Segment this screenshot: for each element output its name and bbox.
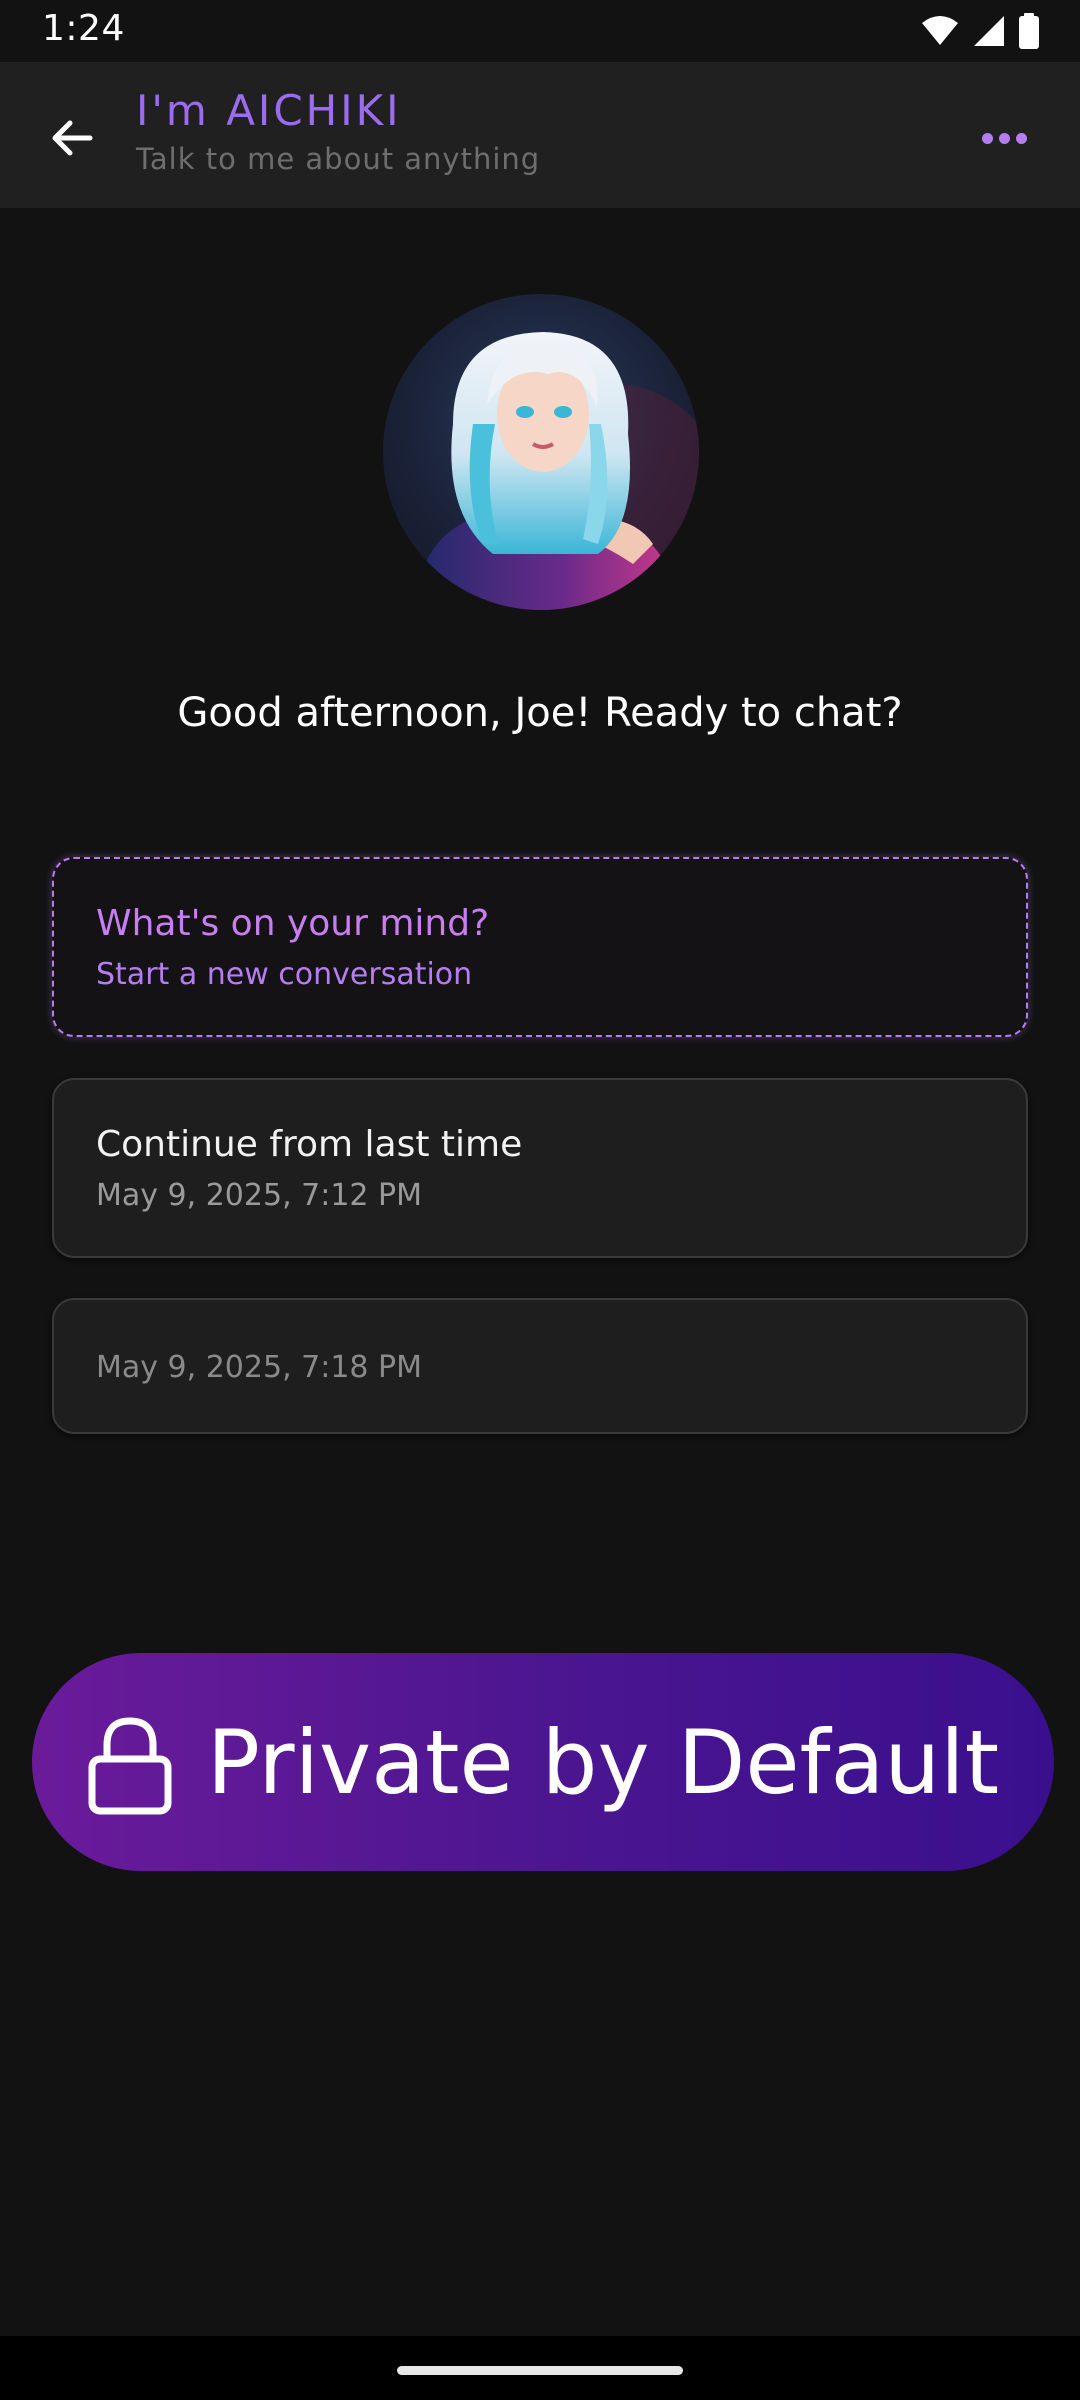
privacy-text: Private by Default — [206, 1710, 1000, 1814]
signal-icon — [974, 16, 1004, 46]
wifi-icon — [922, 16, 958, 45]
battery-icon — [1019, 13, 1039, 49]
new-conversation-card[interactable]: What's on your mind? Start a new convers… — [52, 857, 1028, 1037]
new-conversation-title: What's on your mind? — [96, 903, 490, 944]
page-subtitle: Talk to me about anything — [136, 142, 541, 176]
status-time: 1:24 — [42, 8, 125, 49]
continue-timestamp: May 9, 2025, 7:12 PM — [96, 1178, 423, 1213]
status-bar: 1:24 — [0, 0, 1080, 62]
status-icons — [920, 12, 1040, 50]
more-dot — [1015, 132, 1027, 144]
home-indicator[interactable] — [397, 2366, 683, 2375]
page-title: I'm AICHIKI — [136, 86, 402, 135]
app-bar: I'm AICHIKI Talk to me about anything — [0, 62, 1080, 208]
more-options-button[interactable] — [968, 106, 1040, 170]
back-button[interactable] — [36, 102, 108, 174]
continue-title: Continue from last time — [96, 1124, 523, 1165]
previous-conversation-card[interactable]: May 9, 2025, 7:18 PM — [52, 1298, 1028, 1434]
more-horizontal-icon — [981, 132, 993, 144]
more-dot — [998, 132, 1010, 144]
lock-icon — [88, 1717, 172, 1815]
greeting-text: Good afternoon, Joe! Ready to chat? — [177, 690, 903, 736]
previous-timestamp: May 9, 2025, 7:18 PM — [96, 1350, 423, 1385]
navigation-bar — [0, 2336, 1080, 2400]
continue-conversation-card[interactable]: Continue from last time May 9, 2025, 7:1… — [52, 1078, 1028, 1258]
avatar — [383, 294, 699, 610]
character-portrait — [413, 332, 699, 610]
arrow-left-icon — [52, 120, 93, 156]
privacy-banner: Private by Default — [32, 1653, 1054, 1871]
new-conversation-subtitle: Start a new conversation — [96, 957, 473, 992]
